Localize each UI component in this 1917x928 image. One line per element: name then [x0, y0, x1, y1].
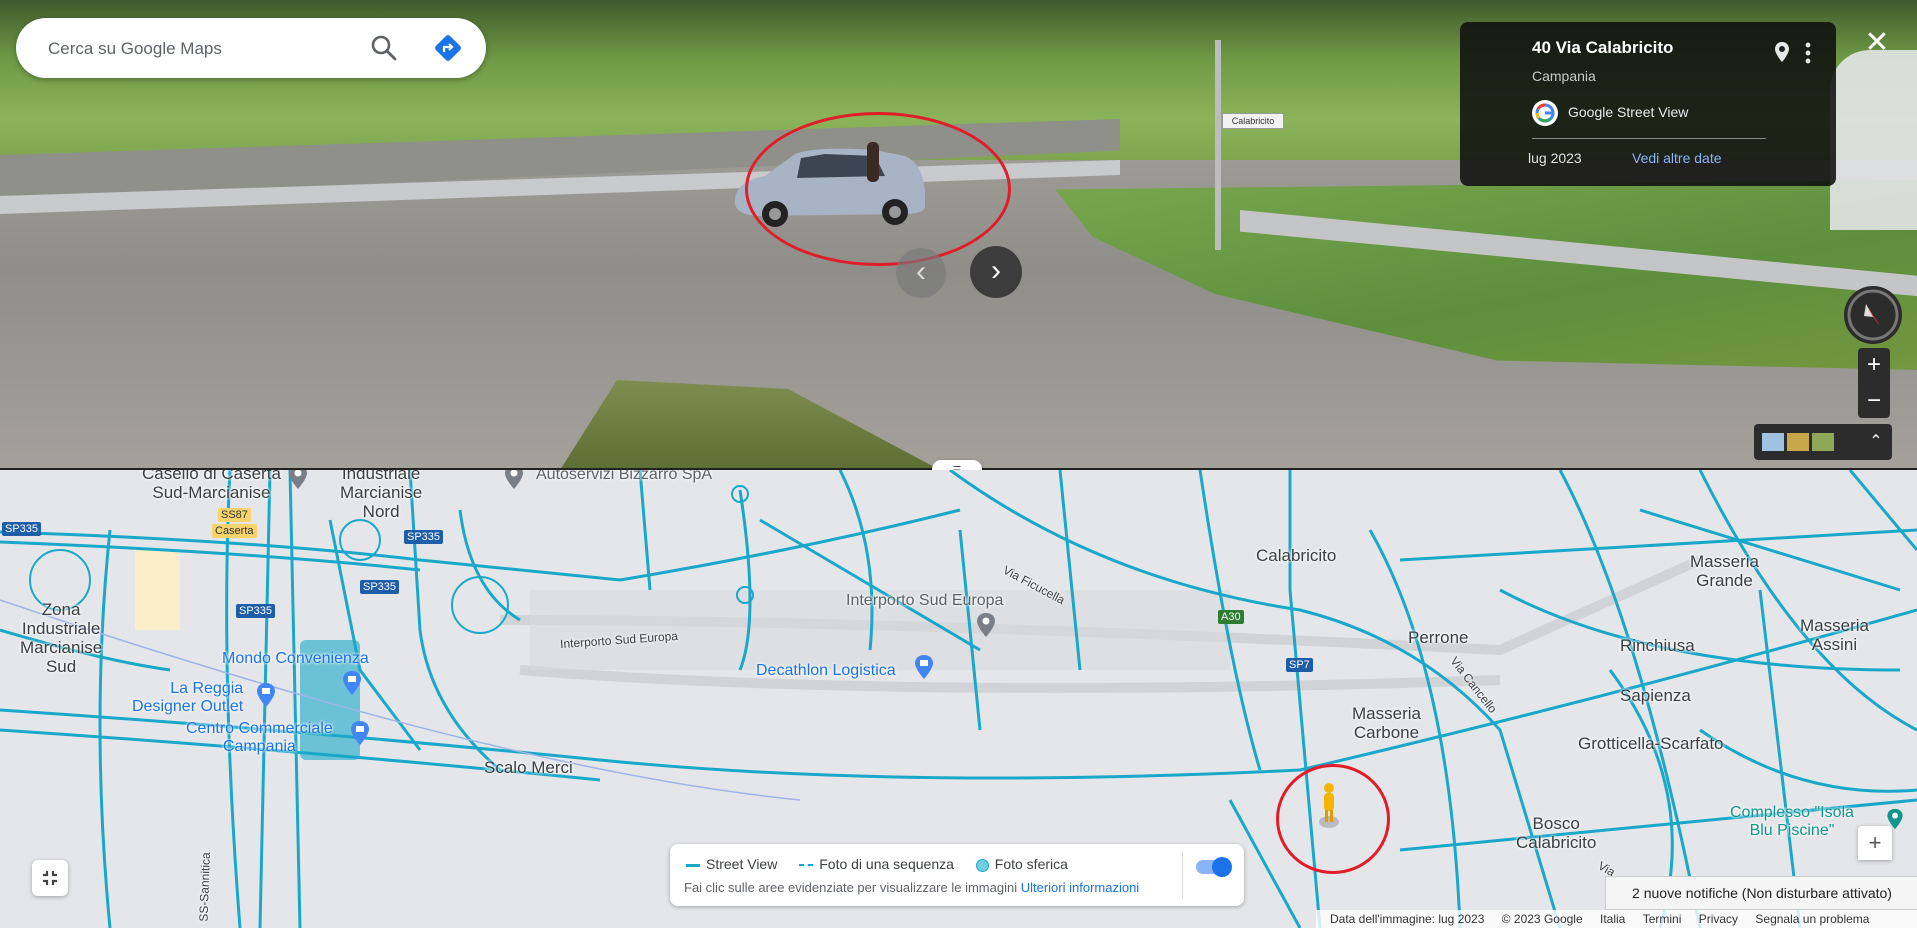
- place-label[interactable]: Bosco Calabricito: [1516, 814, 1596, 852]
- previous-arrow-button[interactable]: ‹: [896, 248, 946, 298]
- road-shield: SP335: [2, 522, 42, 536]
- legend-spherical: Foto sferica: [975, 856, 1068, 872]
- expand-chevron-icon[interactable]: ⌃: [1866, 430, 1886, 454]
- shopping-pin-icon[interactable]: [342, 670, 362, 696]
- poi-label[interactable]: Mondo Convenienza: [222, 650, 369, 668]
- zoom-in-button[interactable]: +: [1858, 348, 1890, 382]
- place-label[interactable]: Caselio di Caserta Sud-Marcianise: [142, 470, 281, 502]
- street-view-legend: Street View Foto di una sequenza Foto sf…: [670, 844, 1244, 906]
- toggle-knob: [1212, 857, 1232, 877]
- road-shield: A30: [1218, 610, 1244, 624]
- divider: [1182, 852, 1183, 898]
- place-label[interactable]: Sapienza: [1620, 686, 1691, 705]
- terms-link[interactable]: Termini: [1643, 912, 1682, 926]
- search-box: [16, 18, 486, 80]
- place-label[interactable]: Grotticella-Scarfato: [1578, 734, 1724, 753]
- shopping-pin-icon[interactable]: [350, 720, 370, 746]
- next-arrow-button[interactable]: ›: [970, 246, 1022, 298]
- map-zoom-in-button[interactable]: +: [1858, 826, 1892, 860]
- map-pin-icon[interactable]: [976, 612, 996, 638]
- google-logo-icon: [1532, 100, 1558, 126]
- more-info-link[interactable]: Ulteriori informazioni: [1021, 880, 1139, 895]
- image-date: Data dell'immagine: lug 2023: [1330, 912, 1485, 926]
- circle-icon: [975, 858, 989, 872]
- thumbnail-1[interactable]: [1762, 433, 1784, 451]
- capture-date: lug 2023: [1528, 150, 1582, 166]
- map-footer: Data dell'immagine: lug 2023 © 2023 Goog…: [1316, 910, 1917, 928]
- copyright: © 2023 Google: [1501, 912, 1583, 926]
- more-dates-link[interactable]: Vedi altre date: [1632, 150, 1722, 166]
- legend-street-view: Street View: [686, 856, 777, 872]
- privacy-link[interactable]: Privacy: [1699, 912, 1738, 926]
- place-label[interactable]: Industriale Marcianise Nord: [340, 470, 422, 521]
- road-shield: SP335: [360, 580, 400, 594]
- place-label[interactable]: Scalo Merci: [484, 758, 573, 777]
- place-label[interactable]: Masseria Grande: [1690, 552, 1759, 590]
- road-label: SS-Sannitica: [196, 852, 213, 922]
- address-region: Campania: [1532, 68, 1596, 84]
- street-view-panorama[interactable]: Calabricito 40 Via Calabricito Campania …: [0, 0, 1917, 468]
- collapse-icon[interactable]: [32, 860, 68, 896]
- report-problem-link[interactable]: Segnala un problema: [1755, 912, 1869, 926]
- map-pin-icon[interactable]: [504, 470, 524, 490]
- poi-label[interactable]: Complesso "Isola Blu Piscine": [1730, 804, 1854, 840]
- highlight-circle: [745, 112, 1011, 266]
- place-label[interactable]: Perrone: [1408, 628, 1468, 647]
- road-shield: Caserta: [212, 524, 257, 538]
- street-view-source: Google Street View: [1568, 104, 1689, 120]
- location-pin-icon[interactable]: [1772, 40, 1792, 64]
- line-icon: [686, 863, 700, 867]
- highlight-circle: [1276, 764, 1390, 874]
- directions-icon[interactable]: [430, 30, 466, 66]
- place-label[interactable]: Rinchiusa: [1620, 636, 1695, 655]
- dashed-line-icon: [799, 864, 814, 867]
- place-label[interactable]: Masseria Carbone: [1352, 704, 1421, 742]
- poi-label[interactable]: Autoservizi Bizzarro SpA: [536, 470, 712, 484]
- thumbnail-2[interactable]: [1787, 433, 1809, 451]
- zoom-out-button[interactable]: −: [1858, 384, 1890, 418]
- road-shield: SP335: [404, 530, 444, 544]
- map-pin-icon[interactable]: [288, 470, 308, 490]
- place-label[interactable]: Calabricito: [1256, 546, 1336, 565]
- street-sign: Calabricito: [1222, 113, 1284, 129]
- legend-sequence: Foto di una sequenza: [799, 856, 954, 872]
- thumbnail-3[interactable]: [1812, 433, 1834, 451]
- road-shield: SS87: [218, 508, 251, 522]
- shopping-pin-icon[interactable]: [256, 682, 276, 708]
- more-options-icon[interactable]: [1802, 40, 1814, 66]
- poi-label[interactable]: Interporto Sud Europa: [846, 592, 1003, 610]
- location-info-card: 40 Via Calabricito Campania Google Stree…: [1460, 22, 1836, 186]
- search-icon[interactable]: [366, 30, 402, 66]
- poi-label[interactable]: Centro Commerciale Campania: [186, 720, 333, 756]
- greenhouse: [1830, 50, 1917, 230]
- divider: [1532, 138, 1766, 139]
- place-label[interactable]: Masseria Assini: [1800, 616, 1869, 654]
- notification-toast[interactable]: 2 nuove notifiche (Non disturbare attiva…: [1605, 876, 1917, 910]
- imagery-thumbnails: ⌃: [1754, 424, 1892, 460]
- poi-label[interactable]: La Reggia Designer Outlet: [132, 680, 243, 716]
- search-input[interactable]: [46, 18, 370, 80]
- country-link[interactable]: Italia: [1600, 912, 1625, 926]
- road-shield: SP7: [1286, 658, 1313, 672]
- shopping-pin-icon[interactable]: [914, 654, 934, 680]
- address-title: 40 Via Calabricito: [1532, 38, 1674, 57]
- legend-hint: Fai clic sulle aree evidenziate per visu…: [684, 880, 1140, 895]
- legend-row: Street View Foto di una sequenza Foto sf…: [686, 856, 1086, 872]
- road-shield: SP335: [236, 604, 276, 618]
- street-view-layer-toggle[interactable]: [1196, 857, 1232, 877]
- compass-icon[interactable]: [1844, 286, 1902, 344]
- close-icon[interactable]: ✕: [1862, 28, 1892, 58]
- place-label[interactable]: Zona Industriale Marcianise Sud: [20, 600, 102, 676]
- poi-label[interactable]: Decathlon Logistica: [756, 662, 896, 680]
- street-view-zoom: + −: [1858, 348, 1890, 418]
- sign-pole: [1215, 40, 1221, 250]
